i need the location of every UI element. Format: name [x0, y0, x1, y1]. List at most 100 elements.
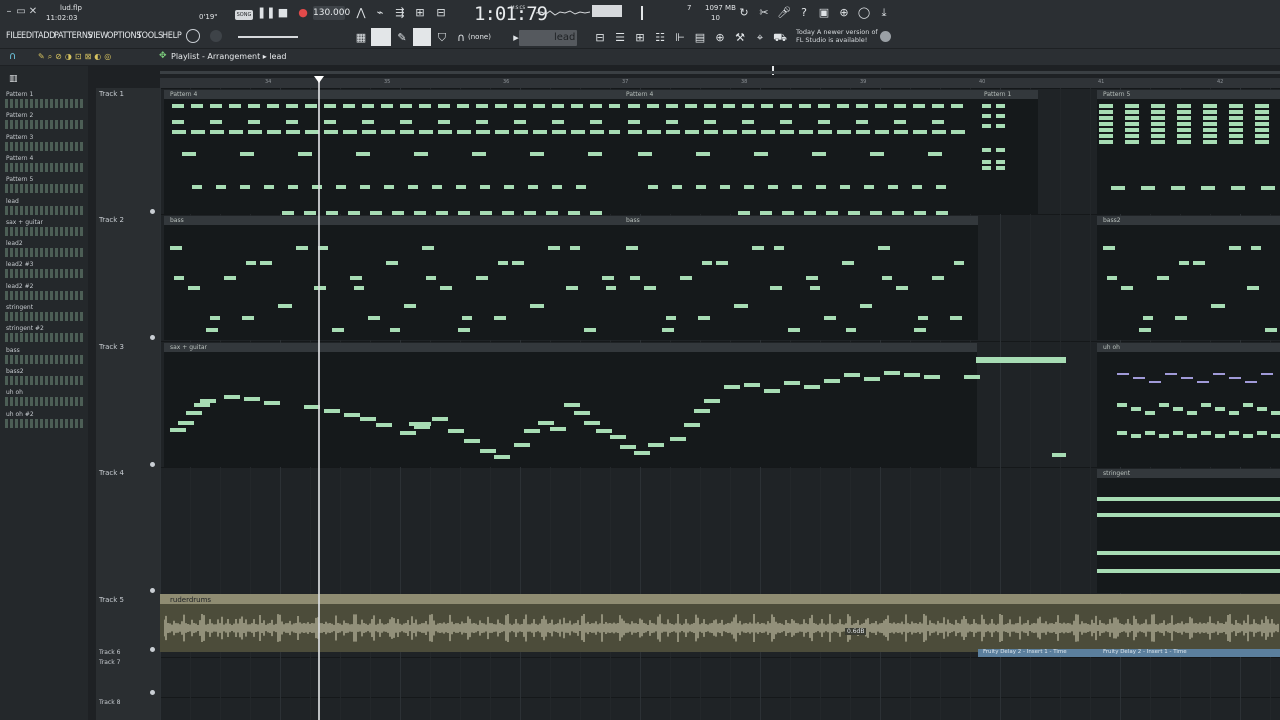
draw-tool-icon[interactable]: ✎: [395, 31, 409, 45]
pattern-clip[interactable]: sax + guitar: [164, 343, 1066, 467]
track-name[interactable]: Track 4: [99, 469, 124, 477]
menu-file[interactable]: FILE: [6, 31, 22, 41]
save-icon[interactable]: ▣: [817, 6, 831, 20]
pattern-clip[interactable]: bass: [620, 216, 978, 340]
wait-input-icon[interactable]: ⌁: [373, 6, 387, 20]
picker-item[interactable]: Pattern 5: [3, 175, 85, 196]
picker-item[interactable]: stringent #2: [3, 324, 85, 345]
picker-item[interactable]: stringent: [3, 303, 85, 324]
picker-item[interactable]: bass: [3, 346, 85, 367]
pattern-clip[interactable]: uh oh: [1097, 343, 1280, 467]
playlist-icon[interactable]: ☷: [653, 31, 667, 45]
plugin-icon[interactable]: ⊕: [837, 6, 851, 20]
pattern-clip[interactable]: Pattern 1: [978, 90, 1038, 214]
track-name[interactable]: Track 5: [99, 596, 124, 604]
metronome-icon[interactable]: ⋀: [354, 6, 368, 20]
menu-add[interactable]: ADD: [38, 31, 55, 41]
menu-help[interactable]: HELP: [162, 31, 182, 41]
pattern-clip[interactable]: bass2: [1097, 216, 1280, 340]
pattern-clip[interactable]: Pattern 4: [164, 90, 623, 215]
horizontal-scrollbar[interactable]: [160, 71, 1280, 74]
download-icon[interactable]: ⤓: [877, 6, 891, 20]
track-mute-dot[interactable]: [150, 335, 155, 340]
update-globe-icon[interactable]: [880, 31, 891, 42]
picker-item[interactable]: Pattern 2: [3, 111, 85, 132]
paint-tool-active[interactable]: [413, 28, 431, 46]
menu-edit[interactable]: EDIT: [21, 31, 39, 41]
help-icon[interactable]: ?: [797, 6, 811, 20]
piano-roll-window-icon[interactable]: ⊞: [633, 31, 647, 45]
pause-icon[interactable]: ❚❚: [257, 6, 275, 20]
track-name[interactable]: Track 3: [99, 343, 124, 351]
playlist-tool-icons[interactable]: ✎⌕⊘◑⊡⊠◐◎: [38, 52, 156, 64]
record-icon[interactable]: ●: [296, 6, 310, 20]
refresh-icon[interactable]: ↻: [737, 6, 751, 20]
track-name[interactable]: Track 7: [99, 659, 120, 666]
track-name[interactable]: Track 6: [99, 649, 120, 656]
menu-view[interactable]: VIEW: [88, 31, 108, 41]
panic-icon[interactable]: ✂: [757, 6, 771, 20]
restore-icon[interactable]: ▭: [16, 6, 26, 18]
master-volume-knob[interactable]: [210, 30, 222, 42]
countdown-icon[interactable]: ⇶: [393, 6, 407, 20]
stop-icon[interactable]: ■: [276, 6, 290, 20]
track-name[interactable]: Track 8: [99, 699, 120, 706]
magnet-snap-icon[interactable]: ∩: [9, 51, 16, 62]
pattern-clip[interactable]: Pattern 5: [1097, 90, 1280, 214]
browser-icon[interactable]: ⊩: [673, 31, 687, 45]
piano-roll-icon[interactable]: ▦: [354, 31, 368, 45]
close-icon[interactable]: ✕: [28, 6, 38, 18]
chat-icon[interactable]: ◯: [857, 6, 871, 20]
note: [826, 211, 838, 215]
step-edit-icon[interactable]: ⊞: [413, 6, 427, 20]
update-hint[interactable]: Today A newer version of FL Studio is av…: [796, 28, 886, 44]
store-icon[interactable]: ⛟: [773, 31, 787, 45]
magnet-icon[interactable]: ∩: [454, 31, 468, 45]
pattern-clip[interactable]: Pattern 4: [620, 90, 978, 215]
project-icon[interactable]: ▤: [693, 31, 707, 45]
plugin-picker-icon[interactable]: ⊕: [713, 31, 727, 45]
stamp-icon[interactable]: ⛉: [435, 31, 449, 45]
microphone-icon[interactable]: 🎤︎: [777, 6, 791, 20]
mixer-icon[interactable]: ⊟: [593, 31, 607, 45]
picker-item[interactable]: sax + guitar: [3, 218, 85, 239]
picker-item[interactable]: uh oh #2: [3, 410, 85, 431]
track-mute-dot[interactable]: [150, 647, 155, 652]
note: [576, 185, 586, 189]
minimize-icon[interactable]: –: [4, 6, 14, 18]
track-name[interactable]: Track 1: [99, 90, 124, 98]
picker-item[interactable]: lead: [3, 197, 85, 218]
pattern-clip[interactable]: bass: [164, 216, 620, 340]
song-mode-toggle[interactable]: SONG: [235, 10, 253, 20]
touch-keyboard-icon[interactable]: ⌖: [753, 31, 767, 45]
picker-item[interactable]: bass2: [3, 367, 85, 388]
picker-item[interactable]: lead2 #3: [3, 260, 85, 281]
master-pitch-slider[interactable]: [641, 6, 643, 20]
picker-item[interactable]: lead2 #2: [3, 282, 85, 303]
timeline-ruler[interactable]: [160, 78, 1280, 88]
menu-options[interactable]: OPTIONS: [107, 31, 141, 41]
track-mute-dot[interactable]: [150, 588, 155, 593]
picker-item[interactable]: lead2: [3, 239, 85, 260]
playhead-marker-icon[interactable]: [314, 76, 324, 83]
picker-item[interactable]: Pattern 4: [3, 154, 85, 175]
playhead[interactable]: [318, 77, 320, 720]
tempo-display[interactable]: 130.000: [313, 6, 350, 20]
picker-toggle-icon[interactable]: ▥: [9, 74, 18, 84]
menu-patterns[interactable]: PATTERNS: [54, 31, 93, 41]
menu-tools[interactable]: TOOLS: [137, 31, 163, 41]
track-mute-dot[interactable]: [150, 690, 155, 695]
select-tool-active[interactable]: [371, 28, 391, 46]
channel-rack-icon[interactable]: ☰: [613, 31, 627, 45]
snap-value[interactable]: (none): [468, 33, 491, 41]
pattern-clip[interactable]: stringent: [1097, 469, 1280, 593]
master-volume-slider[interactable]: [238, 36, 298, 38]
track-mute-dot[interactable]: [150, 209, 155, 214]
track-mute-dot[interactable]: [150, 462, 155, 467]
loop-record-icon[interactable]: ⊟: [434, 6, 448, 20]
picker-item[interactable]: uh oh: [3, 388, 85, 409]
track-name[interactable]: Track 2: [99, 216, 124, 224]
tools-icon[interactable]: ⚒: [733, 31, 747, 45]
picker-item[interactable]: Pattern 1: [3, 90, 85, 111]
picker-item[interactable]: Pattern 3: [3, 133, 85, 154]
